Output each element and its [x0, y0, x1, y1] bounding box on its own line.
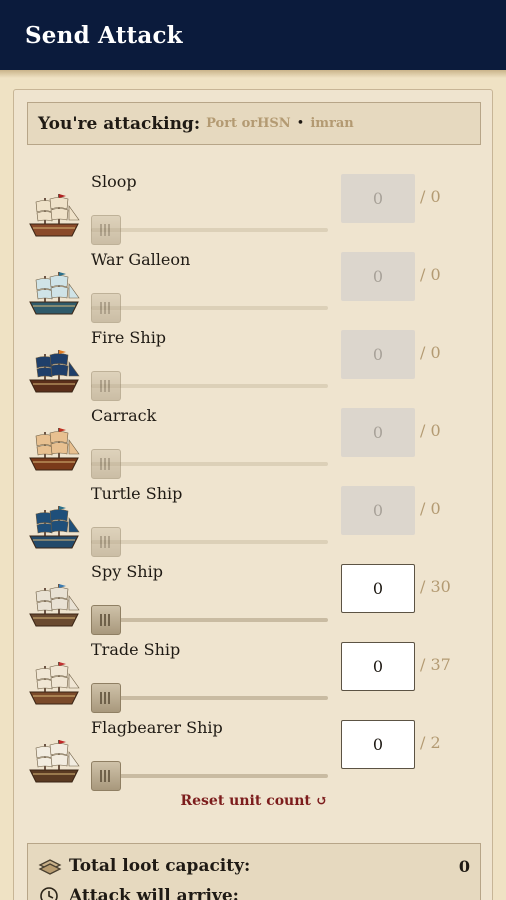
turtle-ship-icon [27, 502, 81, 554]
grip-icon [100, 380, 112, 392]
loot-icon [38, 859, 62, 875]
sloop-icon [27, 190, 81, 242]
unit-count-input[interactable] [341, 642, 415, 691]
grip-icon [100, 536, 112, 548]
arrival-row: Attack will arrive: [38, 884, 470, 900]
unit-name: Turtle Ship [91, 484, 183, 503]
unit-row: Flagbearer Ship / 2 [14, 714, 494, 792]
unit-max-count: / 37 [420, 655, 451, 674]
unit-name: Sloop [91, 172, 137, 191]
trade-ship-icon [27, 658, 81, 710]
war-galleon-icon [27, 268, 81, 320]
unit-row: Trade Ship / 37 [14, 636, 494, 714]
reset-label: Reset unit count [180, 793, 311, 809]
unit-slider-handle [91, 449, 121, 479]
unit-name: Carrack [91, 406, 157, 425]
loot-capacity-value: 0 [458, 856, 470, 876]
loot-capacity-row: Total loot capacity: 0 [38, 854, 470, 878]
unit-slider-track [91, 384, 328, 388]
unit-slider-track[interactable] [91, 618, 328, 622]
reset-icon: ↺ [315, 793, 328, 809]
unit-count-input [341, 486, 415, 535]
attack-panel: You're attacking: Port orHSN • imran Slo… [13, 89, 493, 900]
loot-capacity-label: Total loot capacity: [69, 856, 251, 876]
summary-box: Total loot capacity: 0 Attack will arriv… [27, 843, 481, 900]
clock-icon [40, 887, 58, 900]
grip-icon [100, 458, 112, 470]
fire-ship-icon [27, 346, 81, 398]
arrival-label: Attack will arrive: [69, 886, 239, 900]
unit-slider-track[interactable] [91, 774, 328, 778]
unit-name: Trade Ship [91, 640, 181, 659]
unit-slider-track [91, 228, 328, 232]
unit-slider-handle [91, 371, 121, 401]
grip-icon [100, 302, 112, 314]
unit-slider-handle[interactable] [91, 683, 121, 713]
unit-row: Spy Ship / 30 [14, 558, 494, 636]
unit-max-count: / 0 [420, 421, 441, 440]
unit-name: War Galleon [91, 250, 191, 269]
spy-ship-icon [27, 580, 81, 632]
unit-max-count: / 2 [420, 733, 441, 752]
unit-max-count: / 30 [420, 577, 451, 596]
target-port-link[interactable]: Port orHSN [206, 116, 291, 131]
unit-name: Spy Ship [91, 562, 163, 581]
unit-row: Carrack / 0 [14, 402, 494, 480]
target-user-link[interactable]: imran [310, 116, 353, 131]
unit-slider-handle [91, 527, 121, 557]
carrack-icon [27, 424, 81, 476]
unit-slider-track[interactable] [91, 696, 328, 700]
unit-row: Turtle Ship / 0 [14, 480, 494, 558]
unit-slider-handle[interactable] [91, 605, 121, 635]
grip-icon [100, 224, 112, 236]
unit-count-input [341, 174, 415, 223]
unit-count-input[interactable] [341, 720, 415, 769]
unit-row: War Galleon / 0 [14, 246, 494, 324]
unit-slider-track [91, 306, 328, 310]
unit-max-count: / 0 [420, 499, 441, 518]
unit-max-count: / 0 [420, 187, 441, 206]
grip-icon [100, 614, 112, 626]
unit-name: Fire Ship [91, 328, 167, 347]
unit-slider-handle[interactable] [91, 761, 121, 791]
unit-slider-track [91, 540, 328, 544]
target-label: You're attacking: [38, 113, 201, 134]
unit-max-count: / 0 [420, 265, 441, 284]
unit-count-input [341, 330, 415, 379]
unit-count-input [341, 252, 415, 301]
unit-name: Flagbearer Ship [91, 718, 223, 737]
reset-unit-count-button[interactable]: Reset unit count ↺ [14, 793, 494, 809]
unit-slider-handle [91, 293, 121, 323]
unit-max-count: / 0 [420, 343, 441, 362]
app-header: Send Attack [0, 0, 506, 70]
grip-icon [100, 770, 112, 782]
page-title: Send Attack [25, 21, 183, 49]
unit-slider-track [91, 462, 328, 466]
unit-count-input [341, 408, 415, 457]
grip-icon [100, 692, 112, 704]
unit-row: Sloop / 0 [14, 168, 494, 246]
flagbearer-ship-icon [27, 736, 81, 788]
target-box: You're attacking: Port orHSN • imran [27, 102, 481, 145]
unit-count-input[interactable] [341, 564, 415, 613]
unit-row: Fire Ship / 0 [14, 324, 494, 402]
header-shadow [0, 70, 506, 78]
target-separator: • [296, 116, 305, 131]
unit-slider-handle [91, 215, 121, 245]
